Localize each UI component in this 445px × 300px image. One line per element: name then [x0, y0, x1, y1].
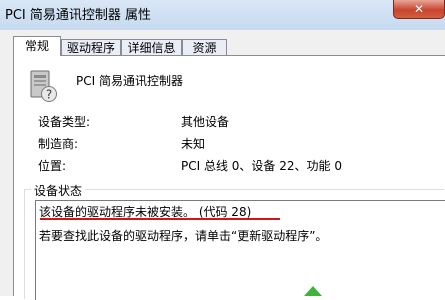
prop-value-manufacturer: 未知: [181, 137, 206, 151]
title-bar: PCI 简易通讯控制器 属性 ✕: [0, 0, 445, 30]
close-button[interactable]: ✕: [393, 0, 445, 19]
device-status-label: 设备状态: [31, 182, 86, 199]
tab-resources[interactable]: 资源: [182, 39, 227, 56]
device-status-textbox[interactable]: 该设备的驱动程序未被安装。 (代码 28) 若要查找此设备的驱动程序，请单击“更…: [35, 200, 445, 300]
device-name: PCI 简易通讯控制器: [76, 74, 183, 88]
prop-label-manufacturer: 制造商:: [38, 137, 79, 151]
unknown-device-icon: ?: [30, 70, 57, 102]
red-underline: [40, 218, 280, 220]
tab-driver[interactable]: 驱动程序: [61, 39, 121, 56]
prop-label-location: 位置:: [38, 159, 67, 173]
status-hint: 若要查找此设备的驱动程序，请单击“更新驱动程序”。: [39, 229, 328, 243]
close-icon: ✕: [413, 2, 425, 16]
svg-text:?: ?: [46, 88, 52, 102]
tab-details[interactable]: 详细信息: [121, 39, 182, 56]
general-panel: ? PCI 简易通讯控制器 设备类型: 其他设备 制造商: 未知 位置: PCI…: [13, 55, 445, 300]
dialog-body: 常规 驱动程序 详细信息 资源 ? PCI 简易通讯控制器 设备类型: 其他设备…: [0, 30, 445, 300]
prop-value-location: PCI 总线 0、设备 22、功能 0: [181, 159, 342, 173]
prop-value-type: 其他设备: [181, 115, 230, 129]
prop-label-type: 设备类型:: [38, 115, 91, 129]
green-arrow-icon: [304, 286, 322, 296]
window-title: PCI 简易通讯控制器 属性: [5, 8, 152, 23]
device-status-group: 设备状态 该设备的驱动程序未被安装。 (代码 28) 若要查找此设备的驱动程序，…: [24, 182, 445, 300]
tab-general[interactable]: 常规: [13, 36, 61, 56]
